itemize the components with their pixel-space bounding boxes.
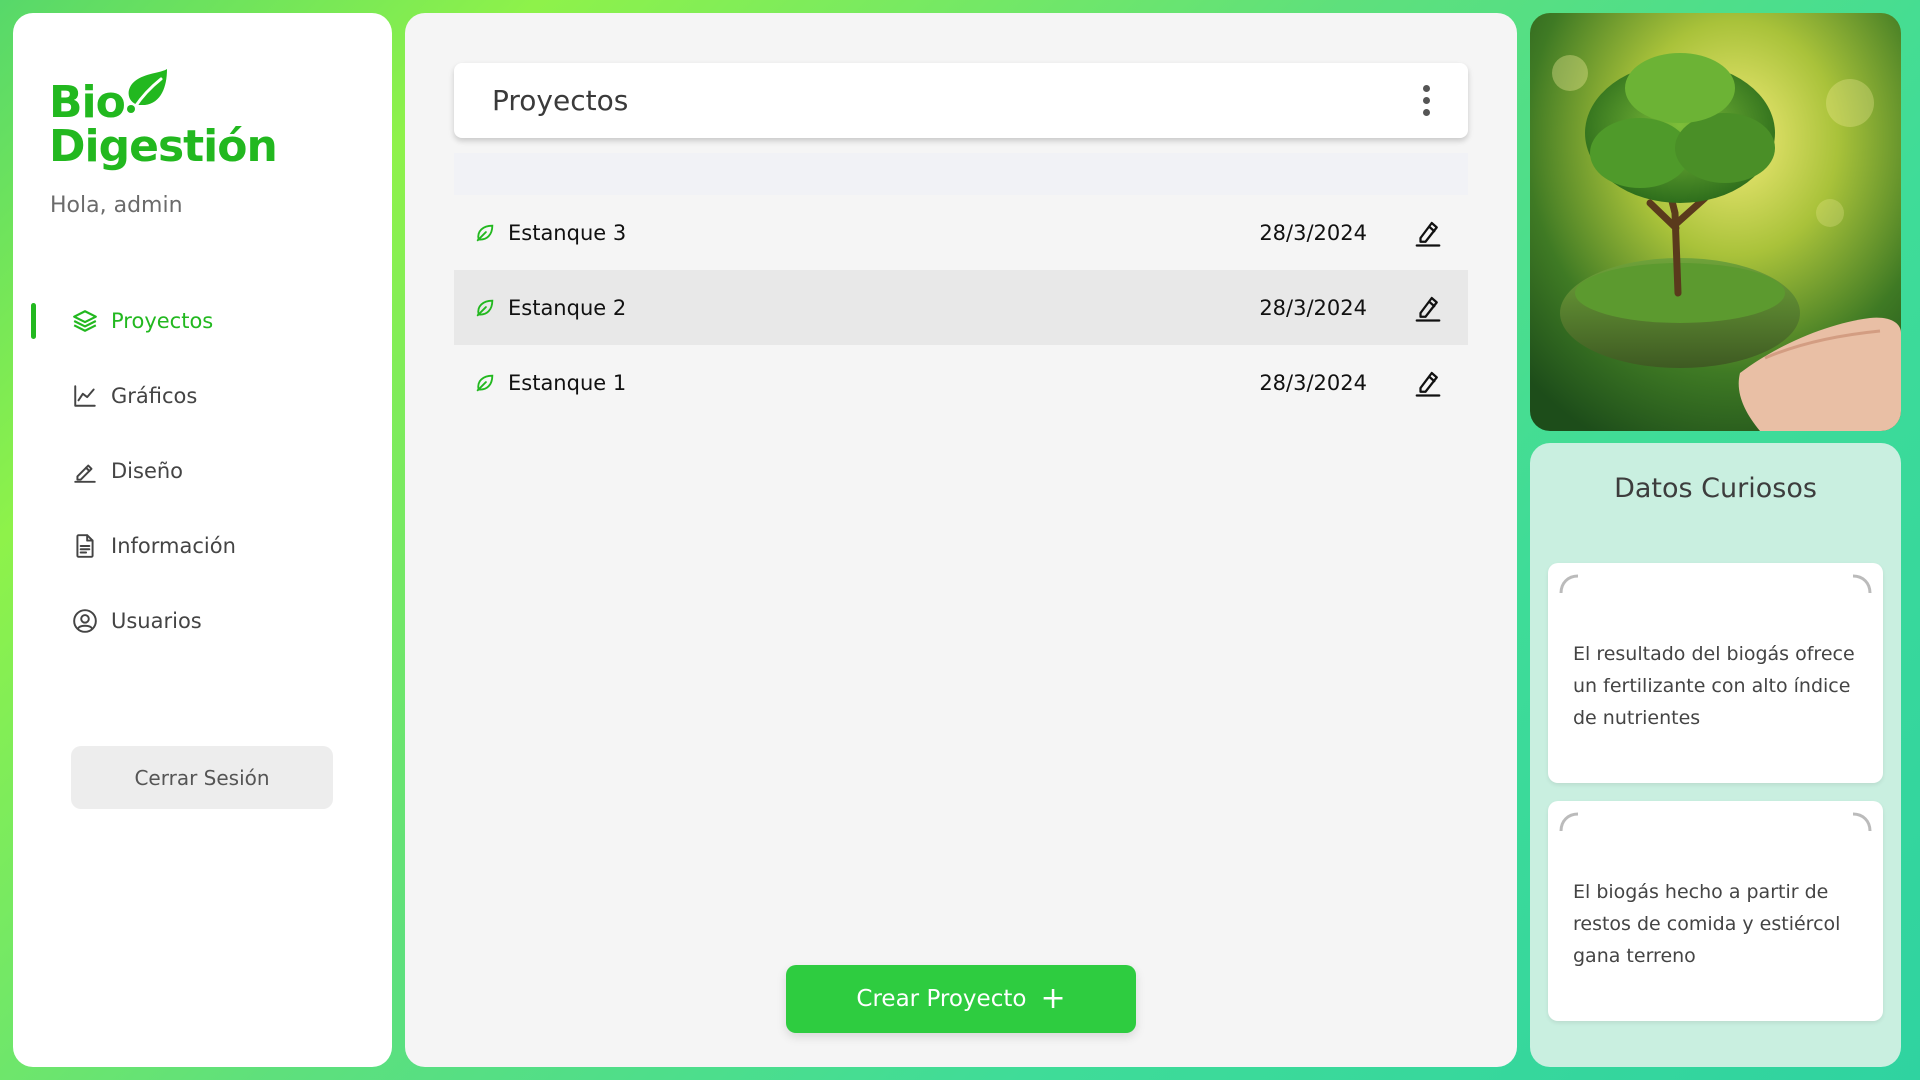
fact-text: El resultado del biogás ofrece un fertil… (1573, 643, 1855, 729)
project-list: Estanque 3 28/3/2024 Estanque 2 28/3/202… (454, 195, 1468, 420)
sidebar-item-usuarios[interactable]: Usuarios (13, 583, 392, 658)
plus-icon: + (1040, 981, 1066, 1016)
sidebar-nav: Proyectos Gráficos Diseño Información Us… (13, 283, 392, 658)
leaf-icon (476, 299, 494, 316)
fun-facts-panel: Datos Curiosos El resultado del biogás o… (1530, 443, 1901, 1067)
tree-hands-illustration (1530, 13, 1901, 431)
sidebar-item-label: Información (111, 533, 236, 558)
document-icon (71, 532, 99, 560)
sidebar-item-label: Gráficos (111, 383, 198, 408)
layers-icon (71, 307, 99, 335)
pencil-icon (71, 457, 99, 485)
logout-button[interactable]: Cerrar Sesión (71, 746, 333, 809)
kebab-menu-icon[interactable] (1414, 81, 1438, 121)
pin-corner-icon (1852, 574, 1872, 594)
app-logo: Bio Digestión (49, 65, 309, 185)
project-name: Estanque 2 (508, 295, 627, 320)
sidebar-item-informacion[interactable]: Información (13, 508, 392, 583)
sidebar-item-label: Diseño (111, 458, 184, 483)
greeting-text: Hola, admin (50, 193, 183, 218)
pin-corner-icon (1559, 574, 1579, 594)
pin-corner-icon (1852, 812, 1872, 832)
project-name: Estanque 1 (508, 370, 627, 395)
sidebar-item-proyectos[interactable]: Proyectos (13, 283, 392, 358)
table-row[interactable]: Estanque 3 28/3/2024 (454, 195, 1468, 270)
create-project-label: Crear Proyecto (856, 986, 1027, 1012)
hero-image-tree-in-hands (1530, 13, 1901, 431)
leaf-icon (476, 224, 494, 241)
projects-panel: Proyectos Estanque 3 28/3/2024 Estanque … (405, 13, 1517, 1067)
sidebar-item-label: Usuarios (111, 608, 202, 633)
logo-line-1: Bio (49, 77, 126, 128)
edit-icon[interactable] (1413, 218, 1443, 248)
sidebar-item-diseno[interactable]: Diseño (13, 433, 392, 508)
page-title: Proyectos (492, 84, 629, 117)
sidebar: Bio Digestión Hola, admin Proyectos Gráf… (13, 13, 392, 1067)
fact-card: El biogás hecho a partir de restos de co… (1548, 801, 1883, 1021)
leaf-logo-icon (127, 69, 167, 113)
line-chart-icon (71, 382, 99, 410)
pin-corner-icon (1559, 812, 1579, 832)
fact-card: El resultado del biogás ofrece un fertil… (1548, 563, 1883, 783)
sidebar-item-graficos[interactable]: Gráficos (13, 358, 392, 433)
create-project-button[interactable]: Crear Proyecto + (786, 965, 1136, 1033)
list-header-strip (454, 153, 1468, 195)
project-name: Estanque 3 (508, 220, 627, 245)
project-date: 28/3/2024 (1259, 295, 1367, 320)
table-row[interactable]: Estanque 2 28/3/2024 (454, 270, 1468, 345)
edit-icon[interactable] (1413, 368, 1443, 398)
fact-text: El biogás hecho a partir de restos de co… (1573, 881, 1841, 967)
sidebar-item-label: Proyectos (111, 308, 214, 333)
edit-icon[interactable] (1413, 293, 1443, 323)
project-date: 28/3/2024 (1259, 370, 1367, 395)
projects-header: Proyectos (454, 63, 1468, 138)
table-row[interactable]: Estanque 1 28/3/2024 (454, 345, 1468, 420)
leaf-icon (476, 374, 494, 391)
project-date: 28/3/2024 (1259, 220, 1367, 245)
facts-title: Datos Curiosos (1614, 473, 1817, 504)
logo-line-2: Digestión (49, 121, 278, 172)
user-circle-icon (71, 607, 99, 635)
